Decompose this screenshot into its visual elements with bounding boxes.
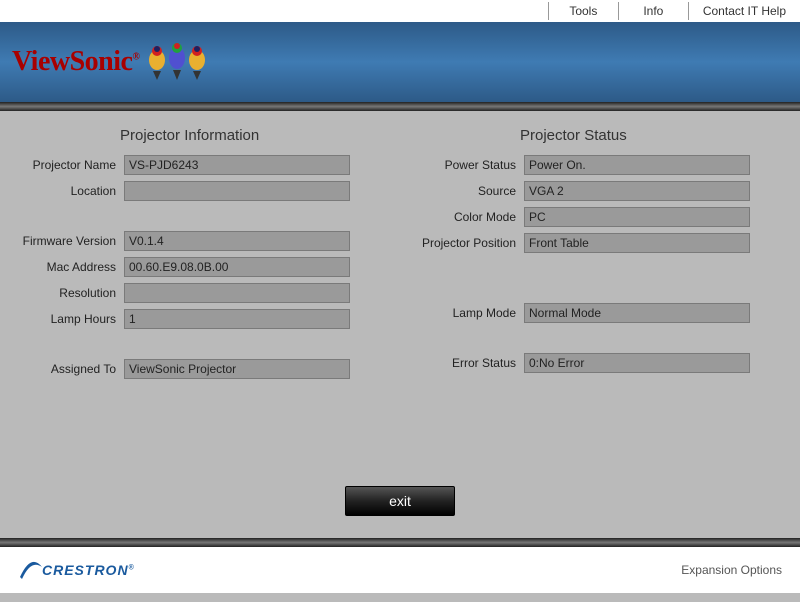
location-value — [124, 181, 350, 201]
assigned-value: ViewSonic Projector — [124, 359, 350, 379]
source-label: Source — [414, 184, 524, 198]
expansion-options-link[interactable]: Expansion Options — [681, 563, 782, 577]
footer: CRESTRON® Expansion Options — [0, 547, 800, 593]
error-status-value: 0:No Error — [524, 353, 750, 373]
main-content: Projector Information Projector NameVS-P… — [0, 111, 800, 538]
brand-logo: ViewSonic® — [12, 46, 139, 78]
mac-label: Mac Address — [14, 260, 124, 274]
info-section-title: Projector Information — [120, 127, 386, 144]
lamp-hours-value: 1 — [124, 309, 350, 329]
projector-info-column: Projector Information Projector NameVS-P… — [0, 127, 400, 538]
projector-name-value: VS-PJD6243 — [124, 155, 350, 175]
mac-value: 00.60.E9.08.0B.00 — [124, 257, 350, 277]
brand-birds-icon — [143, 40, 215, 84]
tab-tools[interactable]: Tools — [548, 2, 618, 20]
resolution-label: Resolution — [14, 286, 124, 300]
projector-status-column: Projector Status Power StatusPower On. S… — [400, 127, 800, 538]
color-mode-value: PC — [524, 207, 750, 227]
lamp-mode-label: Lamp Mode — [414, 306, 524, 320]
power-status-value: Power On. — [524, 155, 750, 175]
crestron-logo: CRESTRON® — [18, 557, 135, 583]
exit-button[interactable]: exit — [345, 486, 455, 516]
status-section-title: Projector Status — [520, 127, 786, 144]
color-mode-label: Color Mode — [414, 210, 524, 224]
error-status-label: Error Status — [414, 356, 524, 370]
top-nav: Tools Info Contact IT Help — [0, 0, 800, 22]
resolution-value — [124, 283, 350, 303]
power-status-label: Power Status — [414, 158, 524, 172]
lamp-mode-value: Normal Mode — [524, 303, 750, 323]
header-banner: ViewSonic® — [0, 22, 800, 102]
projector-name-label: Projector Name — [14, 158, 124, 172]
separator — [0, 102, 800, 111]
projector-position-value: Front Table — [524, 233, 750, 253]
projector-position-label: Projector Position — [414, 236, 524, 250]
crestron-swoosh-icon — [18, 557, 44, 583]
tab-info[interactable]: Info — [618, 2, 688, 20]
source-value: VGA 2 — [524, 181, 750, 201]
firmware-label: Firmware Version — [14, 234, 124, 248]
lamp-hours-label: Lamp Hours — [14, 312, 124, 326]
location-label: Location — [14, 184, 124, 198]
footer-separator — [0, 538, 800, 547]
assigned-label: Assigned To — [14, 362, 124, 376]
firmware-value: V0.1.4 — [124, 231, 350, 251]
tab-contact[interactable]: Contact IT Help — [688, 2, 800, 20]
